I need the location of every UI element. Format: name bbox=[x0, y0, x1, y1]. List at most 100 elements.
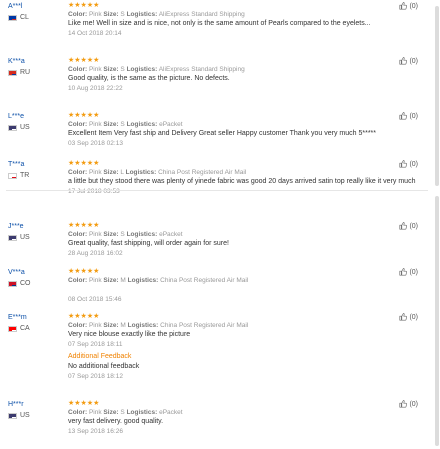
logistics-value: ePacket bbox=[159, 409, 183, 416]
reviewer-country: US bbox=[8, 123, 30, 132]
logistics-value: ePacket bbox=[159, 231, 183, 238]
order-info: Color: Pink Size: M Logistics: China Pos… bbox=[68, 276, 382, 285]
country-code: US bbox=[20, 412, 30, 419]
reviewer-country: US bbox=[8, 411, 30, 420]
reviewer-info: A***l CL bbox=[8, 2, 29, 22]
thumbs-up-icon[interactable] bbox=[399, 268, 408, 276]
review-text: very fast delivery. good quality. bbox=[68, 418, 164, 425]
helpful-button[interactable]: (0) bbox=[399, 400, 418, 408]
country-flag-icon bbox=[8, 172, 17, 179]
helpful-button[interactable]: (0) bbox=[399, 222, 418, 230]
color-value: Pink bbox=[88, 66, 102, 73]
country-code: US bbox=[20, 124, 30, 131]
review-content: ★★★★★ Color: Pink Size: M Logistics: Chin… bbox=[68, 313, 382, 381]
color-value: Pink bbox=[88, 409, 102, 416]
reviewer-name[interactable]: T***a bbox=[8, 160, 29, 169]
helpful-button[interactable]: (0) bbox=[399, 112, 418, 120]
review-content: ★★★★★ Color: Pink Size: S Logistics: ePac… bbox=[68, 222, 382, 258]
review-date: 10 Aug 2018 22:22 bbox=[68, 85, 123, 92]
size-value: S bbox=[120, 11, 125, 18]
helpful-button[interactable]: (0) bbox=[399, 268, 418, 276]
logistics-label: Logistics: bbox=[127, 277, 159, 284]
review-content: ★★★★★ Color: Pink Size: M Logistics: Chin… bbox=[68, 268, 382, 304]
reviewer-name[interactable]: V***a bbox=[8, 268, 31, 277]
thumbs-up-icon[interactable] bbox=[399, 2, 408, 10]
scrollbar-bottom[interactable] bbox=[435, 196, 439, 446]
thumbs-up-icon[interactable] bbox=[399, 112, 408, 120]
reviewer-info: K***a RU bbox=[8, 57, 30, 77]
reviewer-info: L***e US bbox=[8, 112, 30, 132]
reviewer-name[interactable]: A***l bbox=[8, 2, 29, 11]
reviewer-info: V***a CO bbox=[8, 268, 31, 288]
reviewer-name[interactable]: K***a bbox=[8, 57, 30, 66]
reviewer-info: J***e US bbox=[8, 222, 30, 242]
star-rating: ★★★★★ bbox=[68, 222, 100, 229]
review-date: 03 Sep 2018 02:13 bbox=[68, 140, 123, 147]
reviewer-name[interactable]: E***m bbox=[8, 313, 30, 322]
size-label: Size: bbox=[103, 277, 119, 284]
thumbs-up-icon[interactable] bbox=[399, 313, 408, 321]
reviewer-info: H***r US bbox=[8, 400, 30, 420]
reviewer-name[interactable]: H***r bbox=[8, 400, 30, 409]
size-value: S bbox=[120, 409, 125, 416]
country-flag-icon bbox=[8, 280, 17, 287]
size-label: Size: bbox=[103, 11, 119, 18]
reviewer-country: CO bbox=[8, 279, 31, 288]
helpful-button[interactable]: (0) bbox=[399, 160, 418, 168]
helpful-count: (0) bbox=[409, 57, 418, 65]
helpful-count: (0) bbox=[409, 112, 418, 120]
country-code: US bbox=[20, 234, 30, 241]
size-value: S bbox=[120, 66, 125, 73]
reviewer-name[interactable]: L***e bbox=[8, 112, 30, 121]
thumbs-up-icon[interactable] bbox=[399, 400, 408, 408]
logistics-label: Logistics: bbox=[126, 231, 158, 238]
country-flag-icon bbox=[8, 124, 17, 131]
size-label: Size: bbox=[103, 66, 119, 73]
color-label: Color: bbox=[68, 231, 88, 238]
thumbs-up-icon[interactable] bbox=[399, 160, 408, 168]
logistics-value: China Post Registered Air Mail bbox=[158, 169, 247, 176]
review-text-empty bbox=[68, 285, 382, 295]
logistics-label: Logistics: bbox=[127, 322, 159, 329]
star-rating: ★★★★★ bbox=[68, 2, 100, 9]
color-label: Color: bbox=[68, 277, 88, 284]
color-value: Pink bbox=[88, 277, 102, 284]
color-value: Pink bbox=[88, 322, 102, 329]
country-flag-icon bbox=[8, 69, 17, 76]
order-info: Color: Pink Size: S Logistics: ePacket bbox=[68, 230, 382, 239]
helpful-button[interactable]: (0) bbox=[399, 2, 418, 10]
logistics-value: China Post Registered Air Mail bbox=[160, 322, 249, 329]
color-value: Pink bbox=[88, 169, 102, 176]
helpful-count: (0) bbox=[409, 268, 418, 276]
helpful-count: (0) bbox=[409, 400, 418, 408]
size-label: Size: bbox=[103, 169, 119, 176]
star-rating: ★★★★★ bbox=[68, 268, 100, 275]
color-label: Color: bbox=[68, 66, 88, 73]
order-info: Color: Pink Size: S Logistics: ePacket bbox=[68, 408, 382, 417]
size-label: Size: bbox=[103, 322, 119, 329]
reviewer-name[interactable]: J***e bbox=[8, 222, 30, 231]
color-value: Pink bbox=[88, 231, 102, 238]
thumbs-up-icon[interactable] bbox=[399, 57, 408, 65]
color-value: Pink bbox=[88, 11, 102, 18]
star-rating: ★★★★★ bbox=[68, 112, 100, 119]
reviews-panel-top: A***l CL ★★★★★ Color: Pink Size: S Logistic… bbox=[0, 0, 432, 195]
review-text: Great quality, fast shipping, will order… bbox=[68, 240, 229, 247]
additional-feedback-date: 07 Sep 2018 18:12 bbox=[68, 373, 123, 380]
color-label: Color: bbox=[68, 322, 88, 329]
review-text: Excellent Item Very fast ship and Delive… bbox=[68, 130, 377, 137]
reviewer-info: T***a TR bbox=[8, 160, 29, 180]
country-code: CO bbox=[20, 280, 31, 287]
logistics-label: Logistics: bbox=[126, 66, 158, 73]
scrollbar-top[interactable] bbox=[435, 6, 439, 186]
star-rating: ★★★★★ bbox=[68, 57, 100, 64]
order-info: Color: Pink Size: S Logistics: ePacket bbox=[68, 120, 382, 129]
thumbs-up-icon[interactable] bbox=[399, 222, 408, 230]
review-content: ★★★★★ Color: Pink Size: S Logistics: AliE… bbox=[68, 57, 382, 93]
reviewer-country: RU bbox=[8, 68, 30, 77]
review-date: 07 Sep 2018 18:11 bbox=[68, 341, 123, 348]
logistics-label: Logistics: bbox=[125, 169, 157, 176]
size-label: Size: bbox=[103, 121, 119, 128]
helpful-button[interactable]: (0) bbox=[399, 313, 418, 321]
helpful-button[interactable]: (0) bbox=[399, 57, 418, 65]
